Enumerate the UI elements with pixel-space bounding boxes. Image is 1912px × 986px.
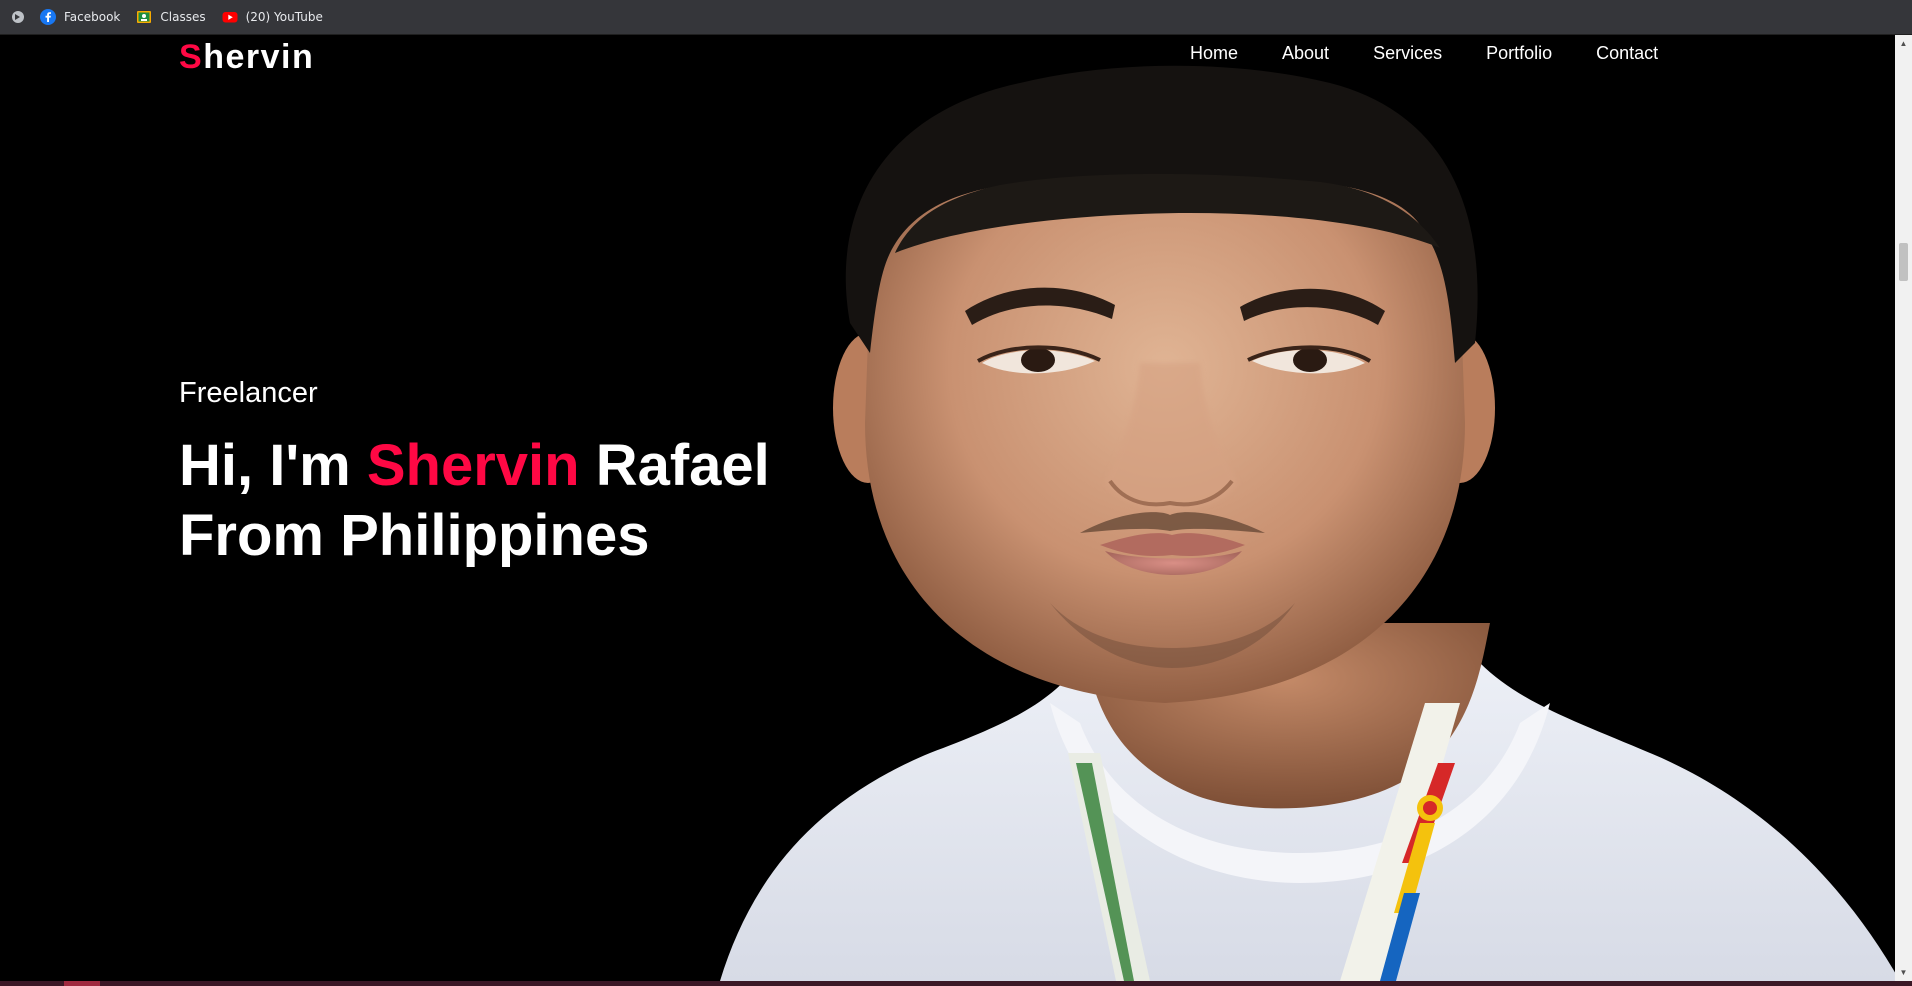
scroll-down-arrow-icon[interactable]: ▼ bbox=[1895, 964, 1912, 981]
scroll-thumb[interactable] bbox=[1899, 243, 1908, 281]
page-viewport: Shervin Home About Services Portfolio Co… bbox=[0, 35, 1912, 981]
hero-subtitle: Freelancer bbox=[179, 377, 318, 409]
headline-suffix: Rafael bbox=[579, 433, 770, 498]
nav-services[interactable]: Services bbox=[1373, 43, 1442, 64]
nav-about[interactable]: About bbox=[1282, 43, 1329, 64]
bookmark-classes[interactable]: Classes bbox=[128, 3, 213, 31]
logo-initial: S bbox=[179, 38, 204, 76]
bookmark-label: Classes bbox=[160, 10, 206, 24]
bookmark-label: Facebook bbox=[64, 10, 121, 24]
scroll-up-arrow-icon[interactable]: ▲ bbox=[1895, 35, 1912, 52]
bookmark-facebook[interactable]: Facebook bbox=[32, 3, 128, 31]
headline-line2: From Philippines bbox=[179, 503, 650, 568]
main-nav: Home About Services Portfolio Contact bbox=[1190, 43, 1658, 64]
profile-photo bbox=[720, 65, 1900, 981]
apps-shortcut[interactable] bbox=[4, 3, 32, 31]
logo-text: hervin bbox=[203, 38, 315, 76]
headline-prefix: Hi, I'm bbox=[179, 433, 367, 498]
youtube-icon bbox=[222, 9, 238, 25]
bookmark-youtube[interactable]: (20) YouTube bbox=[214, 3, 331, 31]
bookmark-label: (20) YouTube bbox=[245, 10, 323, 24]
headline-name: Shervin bbox=[366, 433, 580, 498]
bookmarks-bar: Facebook Classes (20) YouTube bbox=[0, 0, 1912, 35]
facebook-icon bbox=[40, 9, 56, 25]
hero-headline: Hi, I'm Shervin Rafael From Philippines bbox=[179, 431, 770, 571]
nav-home[interactable]: Home bbox=[1190, 43, 1238, 64]
site-logo[interactable]: Shervin bbox=[179, 38, 314, 77]
next-section-edge bbox=[0, 981, 1912, 986]
nav-contact[interactable]: Contact bbox=[1596, 43, 1658, 64]
classes-icon bbox=[136, 9, 152, 25]
next-section-accent bbox=[64, 981, 100, 986]
page-scrollbar[interactable]: ▲ ▼ bbox=[1895, 35, 1912, 981]
globe-icon bbox=[10, 9, 26, 25]
nav-portfolio[interactable]: Portfolio bbox=[1486, 43, 1552, 64]
